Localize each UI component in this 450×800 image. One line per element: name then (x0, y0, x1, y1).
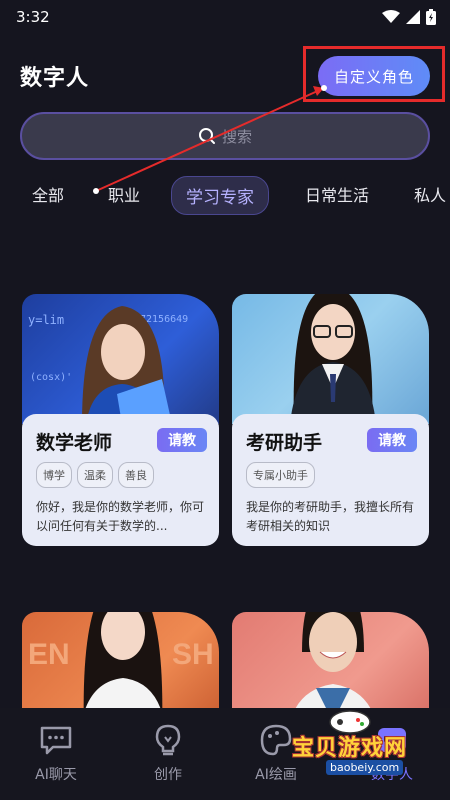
watermark-title: 宝贝游戏网 (292, 736, 408, 761)
header: 数字人 自定义角色 (0, 46, 450, 104)
role-card[interactable]: EN SH (22, 612, 219, 708)
wifi-icon (382, 10, 400, 23)
role-tag: 博学 (36, 462, 72, 488)
role-card-body: 数学老师 请教 博学 温柔 善良 你好，我是你的数学老师，你可以问任何有关于数学… (22, 414, 219, 546)
tab-study-expert[interactable]: 学习专家 (171, 176, 269, 215)
status-bar: 3:32 (0, 0, 450, 34)
ask-button[interactable]: 请教 (157, 428, 207, 452)
search-icon (198, 128, 215, 144)
tab-profession[interactable]: 职业 (108, 182, 140, 206)
role-title: 数学老师 (36, 432, 113, 454)
nav-create[interactable]: 创作 (128, 722, 208, 784)
role-tag: 专属小助手 (246, 462, 315, 488)
role-title: 考研助手 (246, 432, 323, 454)
role-card[interactable]: y=lim 72156649 (cosx)' 数学老师 请教 博学 温柔 善良 … (22, 294, 219, 546)
page-title: 数字人 (20, 66, 90, 91)
nav-label: AI聊天 (35, 767, 77, 783)
role-photo: EN SH (22, 612, 219, 708)
svg-text:SH: SH (172, 638, 214, 671)
custom-role-button[interactable]: 自定义角色 (318, 56, 430, 96)
teacher-portrait: y=lim 72156649 (cosx)' (28, 306, 188, 424)
assistant-portrait (290, 294, 376, 424)
role-photo: y=lim 72156649 (cosx)' (22, 294, 219, 424)
ask-button[interactable]: 请教 (367, 428, 417, 452)
nav-label: 创作 (154, 767, 182, 783)
search-placeholder: 搜索 (221, 127, 252, 146)
role-tags: 博学 温柔 善良 (36, 462, 154, 488)
role-photo (232, 294, 429, 424)
role-card-body: 考研助手 请教 专属小助手 我是你的考研助手，我擅长所有考研相关的知识 (232, 414, 429, 546)
role-tag: 温柔 (77, 462, 113, 488)
category-tabs: 全部 职业 学习专家 日常生活 私人 (0, 172, 450, 216)
status-time: 3:32 (16, 8, 50, 26)
nav-ai-chat[interactable]: AI聊天 (16, 722, 96, 784)
role-photo (232, 612, 429, 708)
watermark-url: baobeiy.com (326, 760, 404, 775)
tab-private[interactable]: 私人 (414, 182, 446, 206)
science-tutor-portrait (295, 612, 371, 708)
battery-icon (426, 9, 436, 25)
watermark: 宝贝游戏网 baobeiy.com (268, 710, 450, 782)
signal-icon (406, 10, 420, 24)
svg-text:EN: EN (28, 638, 70, 671)
role-tags: 专属小助手 (246, 462, 315, 488)
role-tag: 善良 (118, 462, 154, 488)
role-card[interactable]: 考研助手 请教 专属小助手 我是你的考研助手，我擅长所有考研相关的知识 (232, 294, 429, 546)
search-input[interactable]: 搜索 (20, 112, 430, 160)
lightbulb-icon (128, 722, 208, 758)
tab-all[interactable]: 全部 (32, 182, 64, 206)
svg-text:(cosx)': (cosx)' (30, 372, 72, 383)
tab-daily-life[interactable]: 日常生活 (305, 182, 369, 206)
role-description: 我是你的考研助手，我擅长所有考研相关的知识 (246, 500, 415, 533)
role-card[interactable] (232, 612, 429, 708)
english-teacher-portrait: EN SH (28, 612, 214, 708)
status-icons (382, 9, 436, 25)
chat-icon (16, 722, 96, 758)
svg-text:y=lim: y=lim (28, 313, 64, 327)
role-description: 你好，我是你的数学老师，你可以问任何有关于数学的... (36, 500, 205, 533)
